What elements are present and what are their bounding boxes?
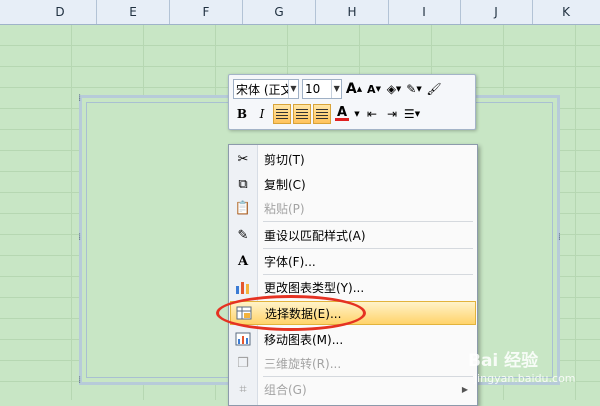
group-icon: ⌗ bbox=[239, 381, 247, 397]
font-color-dropdown[interactable]: ▼ bbox=[353, 104, 361, 124]
menu-item-reset-style[interactable]: ✎ 重设以匹配样式(A) bbox=[230, 223, 476, 247]
menu-item-label: 重设以匹配样式(A) bbox=[264, 228, 366, 243]
chevron-right-icon: ▶ bbox=[461, 384, 468, 394]
menu-item-label: 三维旋转(R)... bbox=[264, 356, 342, 371]
grow-font-button[interactable]: A ▲ bbox=[345, 79, 363, 99]
paint-bucket-icon: ◈ bbox=[386, 82, 396, 96]
align-left-button[interactable] bbox=[273, 104, 291, 124]
decrease-indent-button[interactable]: ⇤ bbox=[363, 104, 381, 124]
shrink-font-icon: A bbox=[367, 82, 376, 96]
pencil-icon: ✎ bbox=[406, 82, 417, 96]
menu-item-3d-rotation[interactable]: ❒ 三维旋转(R)... bbox=[230, 351, 476, 375]
column-header-h[interactable]: H bbox=[316, 0, 389, 24]
bold-icon: B bbox=[236, 107, 248, 121]
bullets-button[interactable]: ☰ ▼ bbox=[403, 104, 421, 124]
menu-item-move-chart[interactable]: 移动图表(M)... bbox=[230, 327, 476, 351]
format-painter-button[interactable]: 🖌 bbox=[425, 79, 443, 99]
bullet-list-icon: ☰ bbox=[403, 107, 415, 121]
align-right-icon bbox=[316, 109, 328, 119]
paste-icon: 📋 bbox=[234, 200, 252, 216]
scissors-icon: ✂ bbox=[237, 151, 249, 167]
menu-item-label: 剪切(T) bbox=[264, 152, 305, 167]
watermark-logo: Bai 经验 bbox=[468, 351, 539, 371]
column-header-e[interactable]: E bbox=[97, 0, 170, 24]
font-name-combo[interactable]: 宋体 (正文 ▼ bbox=[233, 79, 299, 99]
watermark-url: jingyan.baidu.com bbox=[474, 372, 576, 385]
menu-item-label: 选择数据(E)... bbox=[265, 306, 342, 321]
resize-handle-left[interactable]: ⁞ bbox=[78, 233, 81, 243]
increase-indent-icon: ⇥ bbox=[386, 107, 398, 121]
column-header-k[interactable]: K bbox=[532, 0, 600, 24]
align-left-icon bbox=[276, 109, 288, 119]
3d-rotation-icon: ❒ bbox=[237, 355, 249, 371]
chart-type-icon bbox=[230, 275, 256, 299]
resize-handle-right[interactable]: ⁞ bbox=[558, 233, 561, 243]
bold-button[interactable]: B bbox=[233, 104, 251, 124]
menu-item-group[interactable]: ⌗ 组合(G) ▶ bbox=[230, 377, 476, 401]
menu-item-label: 移动图表(M)... bbox=[264, 332, 344, 347]
move-chart-icon bbox=[230, 327, 256, 351]
shrink-font-button[interactable]: A ▼ bbox=[365, 79, 383, 99]
resize-handle-bottom-left[interactable]: ⁞ bbox=[78, 376, 81, 386]
menu-item-change-chart-type[interactable]: 更改图表类型(Y)... bbox=[230, 275, 476, 299]
context-menu: ✂ 剪切(T) ⧉ 复制(C) 📋 粘贴(P) ✎ 重设以匹配样式(A) A 字… bbox=[228, 144, 478, 406]
menu-item-label: 粘贴(P) bbox=[264, 201, 305, 216]
menu-item-copy[interactable]: ⧉ 复制(C) bbox=[230, 172, 476, 196]
font-color-button[interactable]: A bbox=[333, 104, 351, 124]
menu-item-font[interactable]: A 字体(F)... bbox=[230, 249, 476, 273]
font-size-combo[interactable]: 10 ▼ bbox=[302, 79, 342, 99]
mini-toolbar: 宋体 (正文 ▼ 10 ▼ A ▲ A ▼ ◈ ▼ ✎ ▼ 🖌 B I A ▼ ⇤ ⇥ … bbox=[228, 74, 476, 130]
font-name-value: 宋体 (正文 bbox=[236, 82, 288, 97]
chevron-down-icon[interactable]: ▼ bbox=[331, 80, 341, 98]
italic-button[interactable]: I bbox=[253, 104, 271, 124]
column-header-f[interactable]: F bbox=[170, 0, 243, 24]
brush-icon: 🖌 bbox=[426, 82, 442, 96]
menu-separator bbox=[263, 221, 473, 222]
menu-item-label: 更改图表类型(Y)... bbox=[264, 280, 365, 295]
menu-item-paste[interactable]: 📋 粘贴(P) bbox=[230, 196, 476, 220]
menu-item-cut[interactable]: ✂ 剪切(T) bbox=[230, 147, 476, 171]
column-header-j[interactable]: J bbox=[460, 0, 533, 24]
align-center-button[interactable] bbox=[293, 104, 311, 124]
chevron-down-icon[interactable]: ▼ bbox=[287, 80, 298, 98]
italic-icon: I bbox=[259, 107, 265, 121]
column-header-bar: D E F G H I J K bbox=[0, 0, 600, 25]
font-icon: A bbox=[237, 253, 249, 269]
column-header-d[interactable]: D bbox=[24, 0, 97, 24]
select-data-icon bbox=[231, 301, 257, 325]
menu-item-select-data[interactable]: 选择数据(E)... bbox=[230, 301, 476, 325]
column-header-i[interactable]: I bbox=[388, 0, 461, 24]
align-center-icon bbox=[296, 109, 308, 119]
resize-handle-top-left[interactable]: ⁞ bbox=[78, 94, 81, 104]
column-header-g[interactable]: G bbox=[243, 0, 316, 24]
menu-item-label: 字体(F)... bbox=[264, 254, 316, 269]
menu-item-label: 复制(C) bbox=[264, 177, 306, 192]
font-size-value: 10 bbox=[305, 82, 321, 96]
mini-toolbar-row-2: B I A ▼ ⇤ ⇥ ☰ ▼ bbox=[233, 103, 423, 125]
font-color-icon: A bbox=[336, 105, 348, 120]
grow-font-icon: A bbox=[345, 81, 357, 97]
mini-toolbar-row-1: 宋体 (正文 ▼ 10 ▼ A ▲ A ▼ ◈ ▼ ✎ ▼ 🖌 bbox=[233, 78, 445, 100]
reset-style-icon: ✎ bbox=[237, 227, 249, 243]
fill-color-button[interactable]: ◈ ▼ bbox=[385, 79, 403, 99]
line-color-button[interactable]: ✎ ▼ bbox=[405, 79, 423, 99]
menu-item-label: 组合(G) bbox=[264, 382, 307, 397]
decrease-indent-icon: ⇤ bbox=[366, 107, 378, 121]
align-right-button[interactable] bbox=[313, 104, 331, 124]
increase-indent-button[interactable]: ⇥ bbox=[383, 104, 401, 124]
font-color-bar bbox=[335, 118, 349, 121]
copy-icon: ⧉ bbox=[238, 176, 248, 192]
